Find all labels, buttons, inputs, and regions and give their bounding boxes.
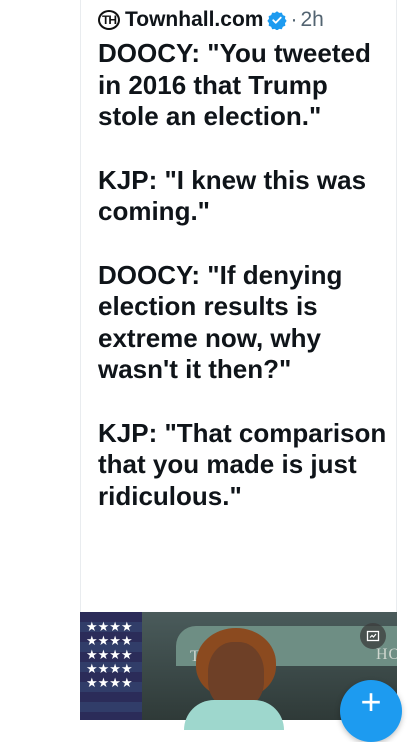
sign-text-right: HOUSE	[376, 646, 397, 663]
tweet-timestamp[interactable]: 2h	[300, 8, 323, 32]
person-face	[208, 642, 264, 708]
person-shirt	[184, 700, 284, 730]
media-tag-icon[interactable]	[360, 623, 386, 649]
account-name[interactable]: Townhall.com	[125, 8, 263, 32]
townhall-logo-icon[interactable]: TH	[98, 10, 120, 30]
compose-plus-icon: +	[360, 681, 382, 722]
left-gutter	[0, 0, 80, 720]
tweet-paragraph: DOOCY: "You tweeted in 2016 that Trump s…	[98, 38, 371, 131]
tweet-text: DOOCY: "You tweeted in 2016 that Trump s…	[98, 38, 388, 512]
verified-badge-icon	[267, 11, 288, 30]
flag-stars: ★★★★★★★★★★★★★★★★★★★★	[86, 619, 133, 690]
tweet-header: TH Townhall.com · 2h	[98, 6, 388, 34]
compose-button[interactable]: +	[340, 680, 402, 742]
tweet[interactable]: TH Townhall.com · 2h DOOCY: "You tweeted…	[98, 6, 388, 544]
tweet-paragraph: KJP: "I knew this was coming."	[98, 164, 367, 227]
media-tag-glyph	[366, 630, 380, 642]
separator-dot: ·	[290, 8, 298, 31]
tweet-paragraph: KJP: "That comparison that you made is j…	[98, 417, 387, 511]
tweet-paragraph: DOOCY: "If denying election results is e…	[98, 259, 343, 385]
